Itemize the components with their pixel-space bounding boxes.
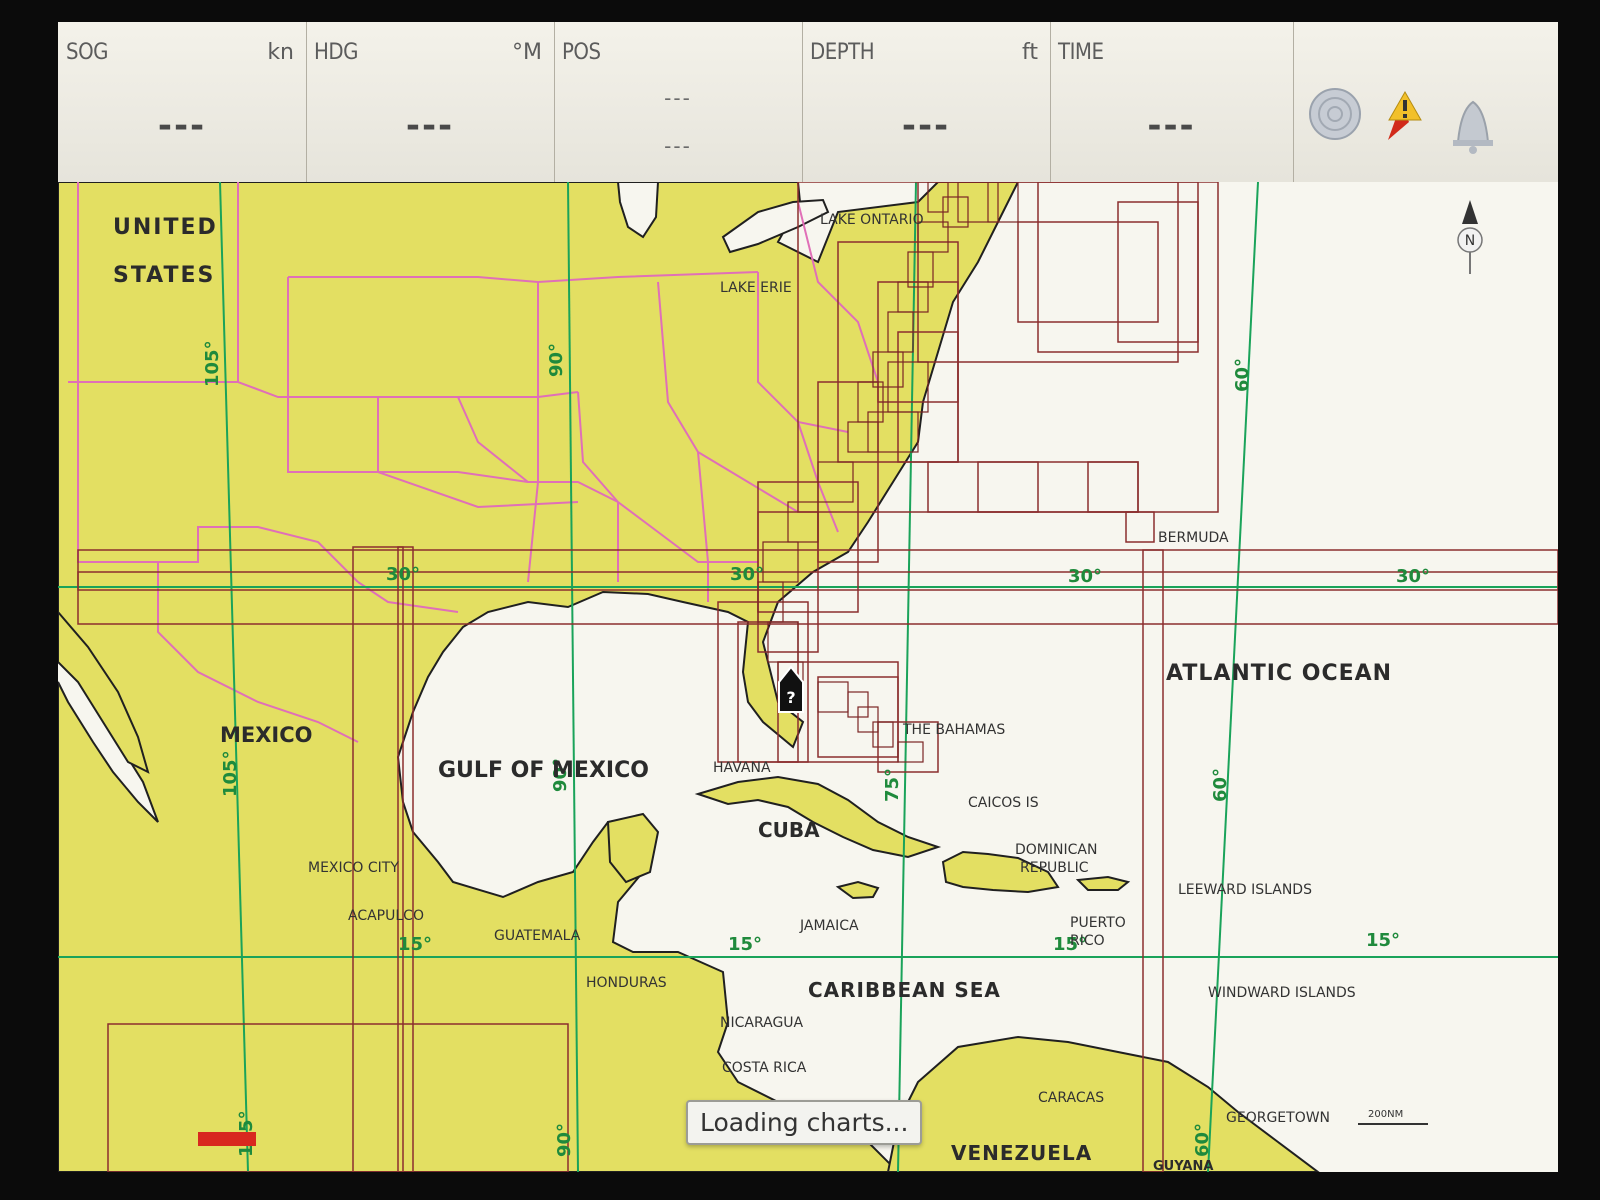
label-caicos-is: CAICOS IS xyxy=(968,795,1039,811)
pos-lat-value: --- xyxy=(664,86,692,110)
label-cuba: CUBA xyxy=(758,818,820,842)
label-venezuela: VENEZUELA xyxy=(951,1141,1092,1165)
sog-unit: kn xyxy=(267,40,294,65)
lat-30-label-2: 30° xyxy=(730,564,764,585)
hdg-value: --- xyxy=(405,106,455,146)
lat-30-label-1: 30° xyxy=(386,564,420,585)
label-costa-rica: COSTA RICA xyxy=(722,1060,807,1076)
depth-unit: ft xyxy=(1022,40,1038,65)
data-bar: SOG kn --- HDG °M --- POS --- --- DEPTH … xyxy=(58,22,1558,184)
lon-75-label-mid: 75° xyxy=(882,768,903,802)
time-label: TIME xyxy=(1058,40,1104,65)
label-dominican: DOMINICAN xyxy=(1015,842,1097,858)
sog-cell[interactable]: SOG kn --- xyxy=(58,22,307,182)
lat-15-label-1: 15° xyxy=(398,934,432,955)
label-caracas: CARACAS xyxy=(1038,1090,1104,1106)
lon-90-label-north: 90° xyxy=(546,343,567,377)
status-icons-svg xyxy=(1309,88,1493,154)
scale-label: 200NM xyxy=(1368,1109,1403,1120)
north-label: N xyxy=(1465,233,1475,249)
label-lake-ontario: LAKE ONTARIO xyxy=(820,212,924,228)
chart-svg[interactable]: ? N 200NM 105° 90° 60° 105° 90° 75° 60° … xyxy=(58,181,1558,1172)
loading-charts-toast: Loading charts... xyxy=(686,1100,923,1145)
gps-satellite-icon[interactable] xyxy=(1309,88,1361,140)
depth-value: --- xyxy=(901,106,951,146)
label-puerto: PUERTO xyxy=(1070,915,1126,931)
chartplotter-screen: SOG kn --- HDG °M --- POS --- --- DEPTH … xyxy=(58,22,1558,1172)
lat-15-label-2: 15° xyxy=(728,934,762,955)
lon-105-label-north: 105° xyxy=(202,340,223,387)
lon-105-label-mid: 105° xyxy=(220,750,241,797)
label-bermuda: BERMUDA xyxy=(1158,530,1229,546)
sog-value: --- xyxy=(157,106,207,146)
alarm-bell-icon[interactable] xyxy=(1453,100,1493,154)
lon-90-label-south: 90° xyxy=(554,1123,575,1157)
label-jamaica: JAMAICA xyxy=(799,918,859,934)
depth-cell[interactable]: DEPTH ft --- xyxy=(802,22,1051,182)
label-states: STATES xyxy=(113,263,215,288)
sog-label: SOG xyxy=(66,40,108,65)
pos-label: POS xyxy=(562,40,601,65)
hdg-label: HDG xyxy=(314,40,358,65)
pos-cell[interactable]: POS --- --- xyxy=(554,22,803,182)
mob-warning-icon[interactable] xyxy=(1388,90,1422,140)
lat-15-label-4: 15° xyxy=(1366,930,1400,951)
label-nicaragua: NICARAGUA xyxy=(720,1015,804,1031)
hdg-unit: °M xyxy=(512,40,542,65)
label-lake-erie: LAKE ERIE xyxy=(720,280,792,296)
label-guyana: GUYANA xyxy=(1153,1159,1213,1172)
lat-30-label-3: 30° xyxy=(1068,566,1102,587)
label-republic: REPUBLIC xyxy=(1020,860,1089,876)
label-havana: HAVANA xyxy=(713,760,771,776)
label-caribbean-sea: CARIBBEAN SEA xyxy=(808,978,1001,1002)
label-united: UNITED xyxy=(113,215,218,240)
pos-lon-value: --- xyxy=(664,134,692,158)
lon-60-label-south: 60° xyxy=(1192,1123,1213,1157)
time-value: --- xyxy=(1147,106,1196,146)
label-rico: RICO xyxy=(1070,933,1105,949)
record-indicator xyxy=(198,1132,256,1146)
depth-label: DEPTH xyxy=(810,40,875,65)
label-windward-islands: WINDWARD ISLANDS xyxy=(1208,985,1356,1001)
lon-60-label-mid: 60° xyxy=(1210,768,1231,802)
nautical-chart[interactable]: ? N 200NM 105° 90° 60° 105° 90° 75° 60° … xyxy=(58,181,1558,1172)
lon-60-label-north: 60° xyxy=(1232,358,1253,392)
label-the-bahamas: THE BAHAMAS xyxy=(902,722,1005,738)
lat-30-label-4: 30° xyxy=(1396,566,1430,587)
vessel-unknown-mark: ? xyxy=(786,688,795,707)
time-cell[interactable]: TIME --- xyxy=(1050,22,1294,182)
status-icons xyxy=(1293,22,1558,182)
label-honduras: HONDURAS xyxy=(586,975,667,991)
hdg-cell[interactable]: HDG °M --- xyxy=(306,22,555,182)
label-georgetown: GEORGETOWN xyxy=(1226,1110,1330,1126)
label-mexico-city: MEXICO CITY xyxy=(308,860,399,876)
label-atlantic-ocean: ATLANTIC OCEAN xyxy=(1166,661,1392,686)
label-acapulco: ACAPULCO xyxy=(348,908,424,924)
label-guatemala: GUATEMALA xyxy=(494,928,581,944)
label-mexico: MEXICO xyxy=(220,723,313,747)
label-gulf-of-mexico: GULF OF MEXICO xyxy=(438,758,649,783)
label-leeward-islands: LEEWARD ISLANDS xyxy=(1178,882,1312,898)
